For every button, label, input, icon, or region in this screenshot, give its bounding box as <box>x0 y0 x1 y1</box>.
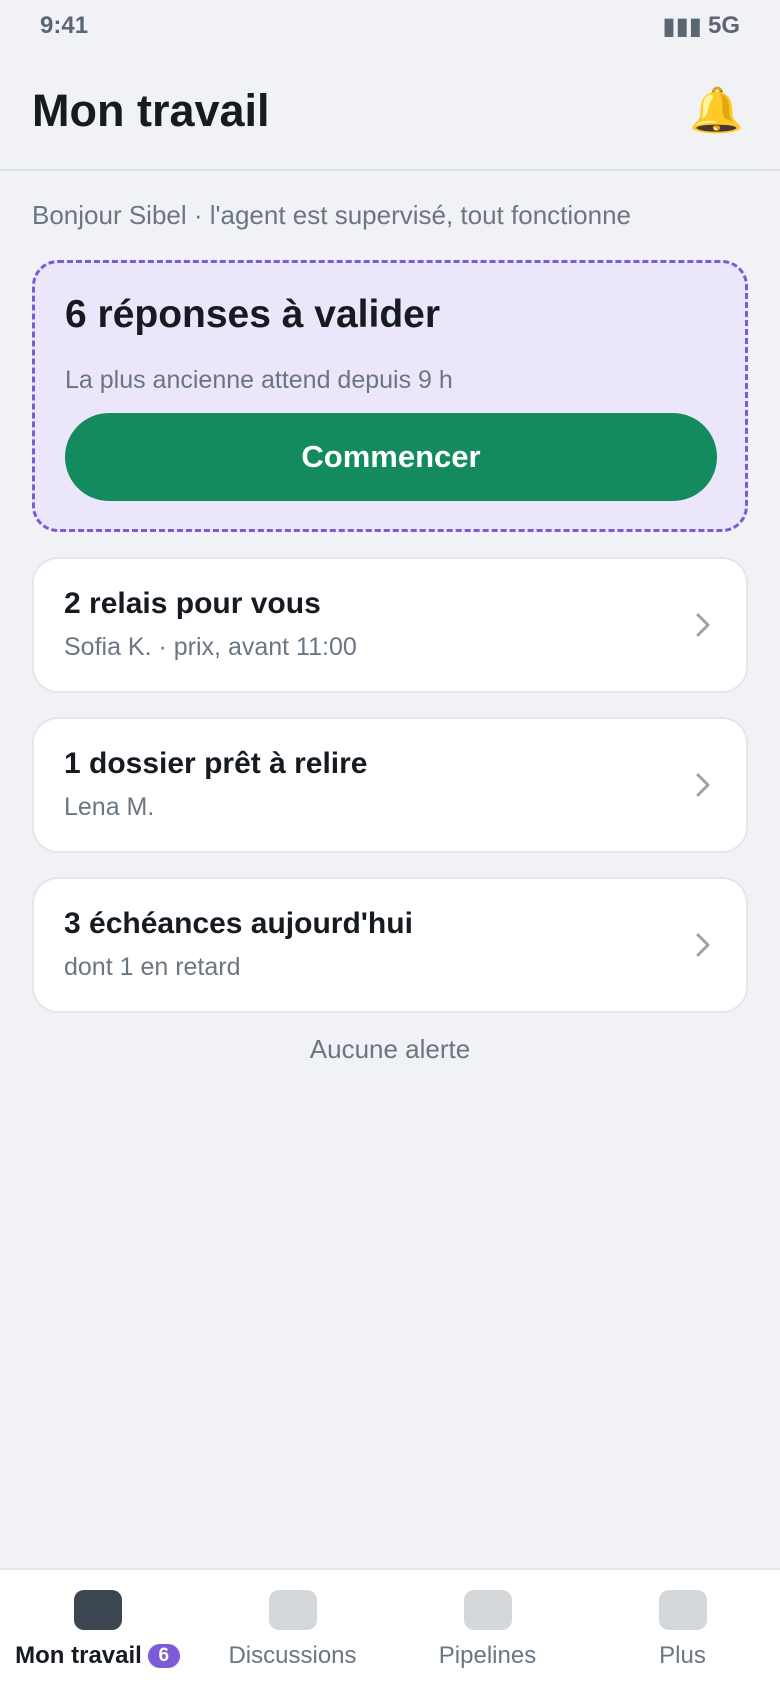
network-label: 5G <box>707 12 740 39</box>
validation-title: 6 réponses à valider <box>65 293 441 336</box>
nav-label: Discussions <box>228 1642 357 1669</box>
card-subtitle: Lena M. <box>64 793 155 821</box>
chevron-right-icon <box>696 933 710 957</box>
nav-item-plus[interactable]: Plus <box>585 1570 780 1688</box>
nav-badge: 6 <box>147 1644 180 1668</box>
card-deadlines[interactable]: 3 échéances aujourd'hui dont 1 en retard <box>32 877 748 1013</box>
page-title: Mon travail <box>32 84 270 136</box>
nav-label: Pipelines <box>438 1642 537 1669</box>
card-relays[interactable]: 2 relais pour vous Sofia K. · prix, avan… <box>32 557 748 693</box>
card-title: 1 dossier prêt à relire <box>64 747 368 780</box>
card-title: 2 relais pour vous <box>64 587 321 620</box>
validation-subtitle: La plus ancienne attend depuis 9 h <box>65 366 453 394</box>
start-button[interactable]: Commencer <box>65 413 717 501</box>
no-alert-text: Aucune alerte <box>309 1034 471 1064</box>
work-icon <box>73 1590 122 1630</box>
bottom-nav: Mon travail 6 Discussions Pipelines Plus <box>0 1568 780 1688</box>
card-subtitle: dont 1 en retard <box>64 953 241 981</box>
signal-icon: ▮▮▮ <box>662 12 702 40</box>
nav-label-wrap: Mon travail 6 <box>0 1642 195 1670</box>
app-header: Mon travail 🔔 <box>0 52 780 171</box>
discussions-icon <box>268 1590 317 1630</box>
nav-item-discussions[interactable]: Discussions <box>195 1570 390 1688</box>
nav-label: Mon travail <box>15 1642 142 1669</box>
card-subtitle: Sofia K. · prix, avant 11:00 <box>64 633 357 661</box>
nav-item-pipelines[interactable]: Pipelines <box>390 1570 585 1688</box>
nav-label: Plus <box>659 1642 706 1669</box>
bell-icon[interactable]: 🔔 <box>689 88 744 133</box>
more-icon <box>658 1590 707 1630</box>
status-time: 9:41 <box>40 12 89 39</box>
validation-card: 6 réponses à valider La plus ancienne at… <box>32 260 748 532</box>
chevron-right-icon <box>696 613 710 637</box>
app-screen: 9:41 ▮▮▮ 5G Mon travail 🔔 Bonjour Sibel … <box>0 0 780 1688</box>
status-indicators: ▮▮▮ 5G <box>662 12 740 41</box>
pipelines-icon <box>463 1590 512 1630</box>
chevron-right-icon <box>696 773 710 797</box>
greeting-text: Bonjour Sibel · l'agent est supervisé, t… <box>32 200 631 230</box>
nav-item-mon-travail[interactable]: Mon travail 6 <box>0 1570 195 1688</box>
status-bar: 9:41 ▮▮▮ 5G <box>0 0 780 52</box>
card-title: 3 échéances aujourd'hui <box>64 907 413 940</box>
card-review-file[interactable]: 1 dossier prêt à relire Lena M. <box>32 717 748 853</box>
